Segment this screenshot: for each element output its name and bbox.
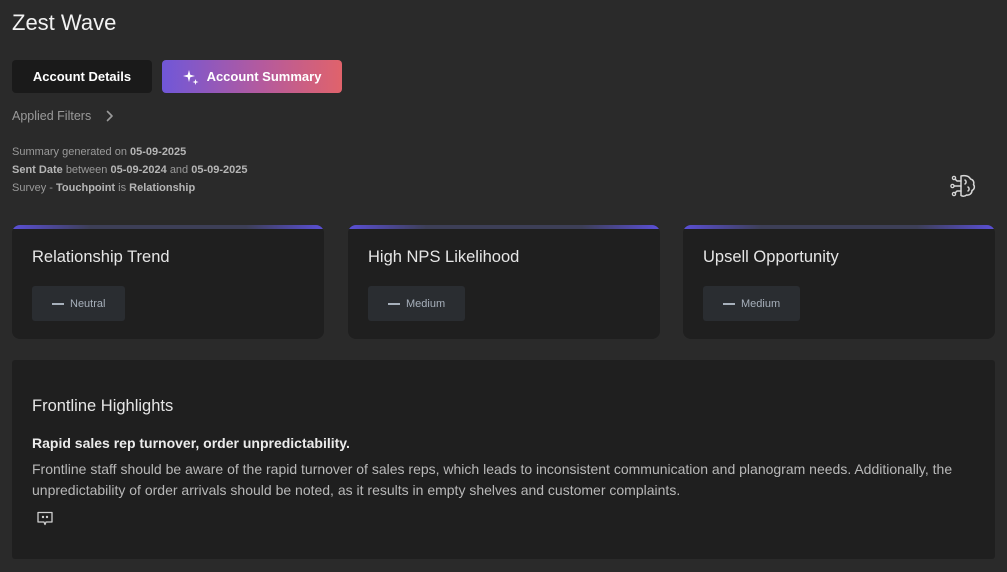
status-pill: Neutral — [32, 286, 126, 321]
sent-from-date: 05-09-2024 — [110, 164, 167, 176]
dash-icon — [723, 302, 735, 305]
upsell-opportunity-card: Upsell Opportunity Medium — [683, 225, 995, 339]
highlights-title: Frontline Highlights — [32, 397, 174, 415]
dash-icon — [52, 302, 64, 305]
brain-circuit-icon — [950, 174, 976, 197]
chevron-right-icon — [106, 110, 114, 122]
high-nps-likelihood-card: High NPS Likelihood Medium — [348, 225, 660, 339]
touchpoint-value: Relationship — [129, 182, 196, 194]
applied-filters-toggle[interactable]: Applied Filters — [12, 109, 115, 123]
card-title: Upsell Opportunity — [703, 248, 839, 266]
tab-label: Account Details — [32, 69, 132, 84]
quote-bubble-icon — [37, 511, 53, 526]
highlights-headline: Rapid sales rep turnover, order unpredic… — [32, 435, 350, 451]
dash-icon — [388, 302, 400, 305]
ai-insights-button[interactable] — [948, 171, 978, 201]
summary-meta: Summary generated on 05-09-2025 Sent Dat… — [12, 143, 248, 197]
generated-line: Summary generated on 05-09-2025 — [12, 146, 187, 158]
card-title: Relationship Trend — [32, 248, 170, 266]
card-title: High NPS Likelihood — [368, 248, 520, 266]
status-value: Medium — [741, 297, 781, 310]
view-quotes-button[interactable] — [36, 511, 54, 527]
generated-date: 05-09-2025 — [130, 146, 187, 158]
status-value: Neutral — [70, 297, 106, 310]
tab-account-details[interactable]: Account Details — [12, 60, 152, 93]
highlights-body: Frontline staff should be aware of the r… — [32, 461, 953, 498]
survey-line: Survey - Touchpoint is Relationship — [12, 182, 196, 194]
status-pill: Medium — [368, 286, 466, 321]
status-value: Medium — [406, 297, 446, 310]
tab-account-summary[interactable]: Account Summary — [162, 60, 342, 93]
page-title: Zest Wave — [12, 10, 117, 35]
tab-bar: Account Details Account Summary — [12, 60, 342, 93]
frontline-highlights-panel: Frontline Highlights Rapid sales rep tur… — [12, 360, 995, 559]
account-summary-page: Zest Wave Account Details Account Summar… — [0, 0, 1007, 572]
sent-date-line: Sent Date between 05-09-2024 and 05-09-2… — [12, 164, 248, 176]
sent-to-date: 05-09-2025 — [191, 164, 248, 176]
status-pill: Medium — [703, 286, 801, 321]
applied-filters-label: Applied Filters — [12, 109, 92, 123]
tab-label: Account Summary — [206, 69, 322, 84]
sparkle-icon — [182, 69, 199, 85]
relationship-trend-card: Relationship Trend Neutral — [12, 225, 324, 339]
